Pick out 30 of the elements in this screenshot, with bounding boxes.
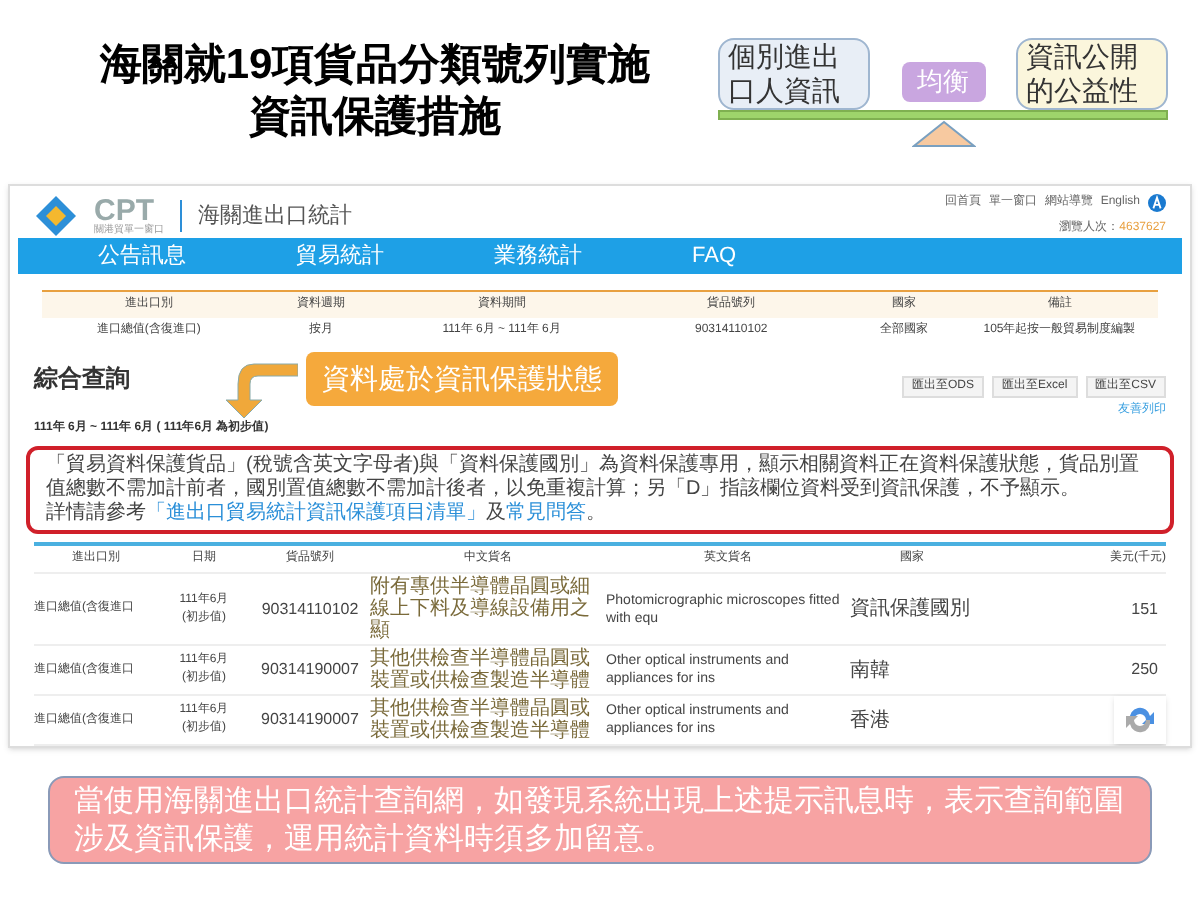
balance-label: 個別進出口人資訊 (718, 37, 870, 109)
table-cell-text: 90314190007 (259, 658, 361, 682)
notice-text: 及 (486, 502, 506, 526)
site-title: 海關進出口統計 (180, 199, 352, 233)
slide-title: 海關就19項貨品分類號列實施 (99, 39, 651, 92)
footer-note: 當使用海關進出口統計查詢網，如發現系統出現上述提示訊息時，表示查詢範圍涉及資訊保護，運用統計資料時須多加留意。 (48, 776, 1152, 864)
notice-link[interactable]: 「進出口貿易統計資訊保護項目清單」 (146, 502, 486, 526)
notice-text: 。 (586, 502, 606, 526)
balance-label: 資訊公開的公益性 (1016, 37, 1168, 109)
table-cell-text: 90314190007 (259, 708, 361, 732)
table-cell-text: 南韓 (850, 659, 892, 681)
notice-text: 「貿易資料保護貨品」(稅號含英文字母者)與「資料保護國別」為資料保護專用，顯示相關資料正在資料保護狀態，貨品別置值總數不需加計前者，國別置值總數不需加計後者，以免重複計算；另「D」指該欄位資料受到資訊保護，不予顯示。 (46, 454, 1140, 500)
table-cell-text: 香港 (850, 709, 892, 731)
slide-title: 資訊保護措施 (249, 92, 501, 144)
accessibility-icon[interactable] (1148, 194, 1166, 212)
table-cell-text: 其他供檢查半導體晶圓或裝置或供檢查製造半導體 (370, 648, 592, 692)
table-cell-text: 250 (1129, 658, 1160, 682)
table-cell-text: 資訊保護國別 (850, 598, 972, 620)
balance-label: 均衡 (901, 62, 985, 101)
table-cell-text: 90314110102 (259, 597, 361, 621)
section-title: 綜合查詢 (34, 362, 130, 396)
callout-box: 資料處於資訊保護狀態 (306, 352, 618, 406)
notice-link[interactable]: 常見問答 (506, 502, 586, 526)
notice-text: 詳情請參考 (46, 502, 146, 526)
logo-icon (34, 194, 78, 238)
table-cell-text: 其他供檢查半導體晶圓或裝置或供檢查製造半導體 (370, 698, 592, 742)
table-cell-text: 151 (1129, 597, 1160, 621)
logo-text: CPT (94, 196, 154, 226)
recaptcha-icon[interactable] (1114, 696, 1166, 744)
table-cell-text: 附有專供半導體晶圓或細線上下料及導線設備用之顯 (370, 576, 592, 642)
